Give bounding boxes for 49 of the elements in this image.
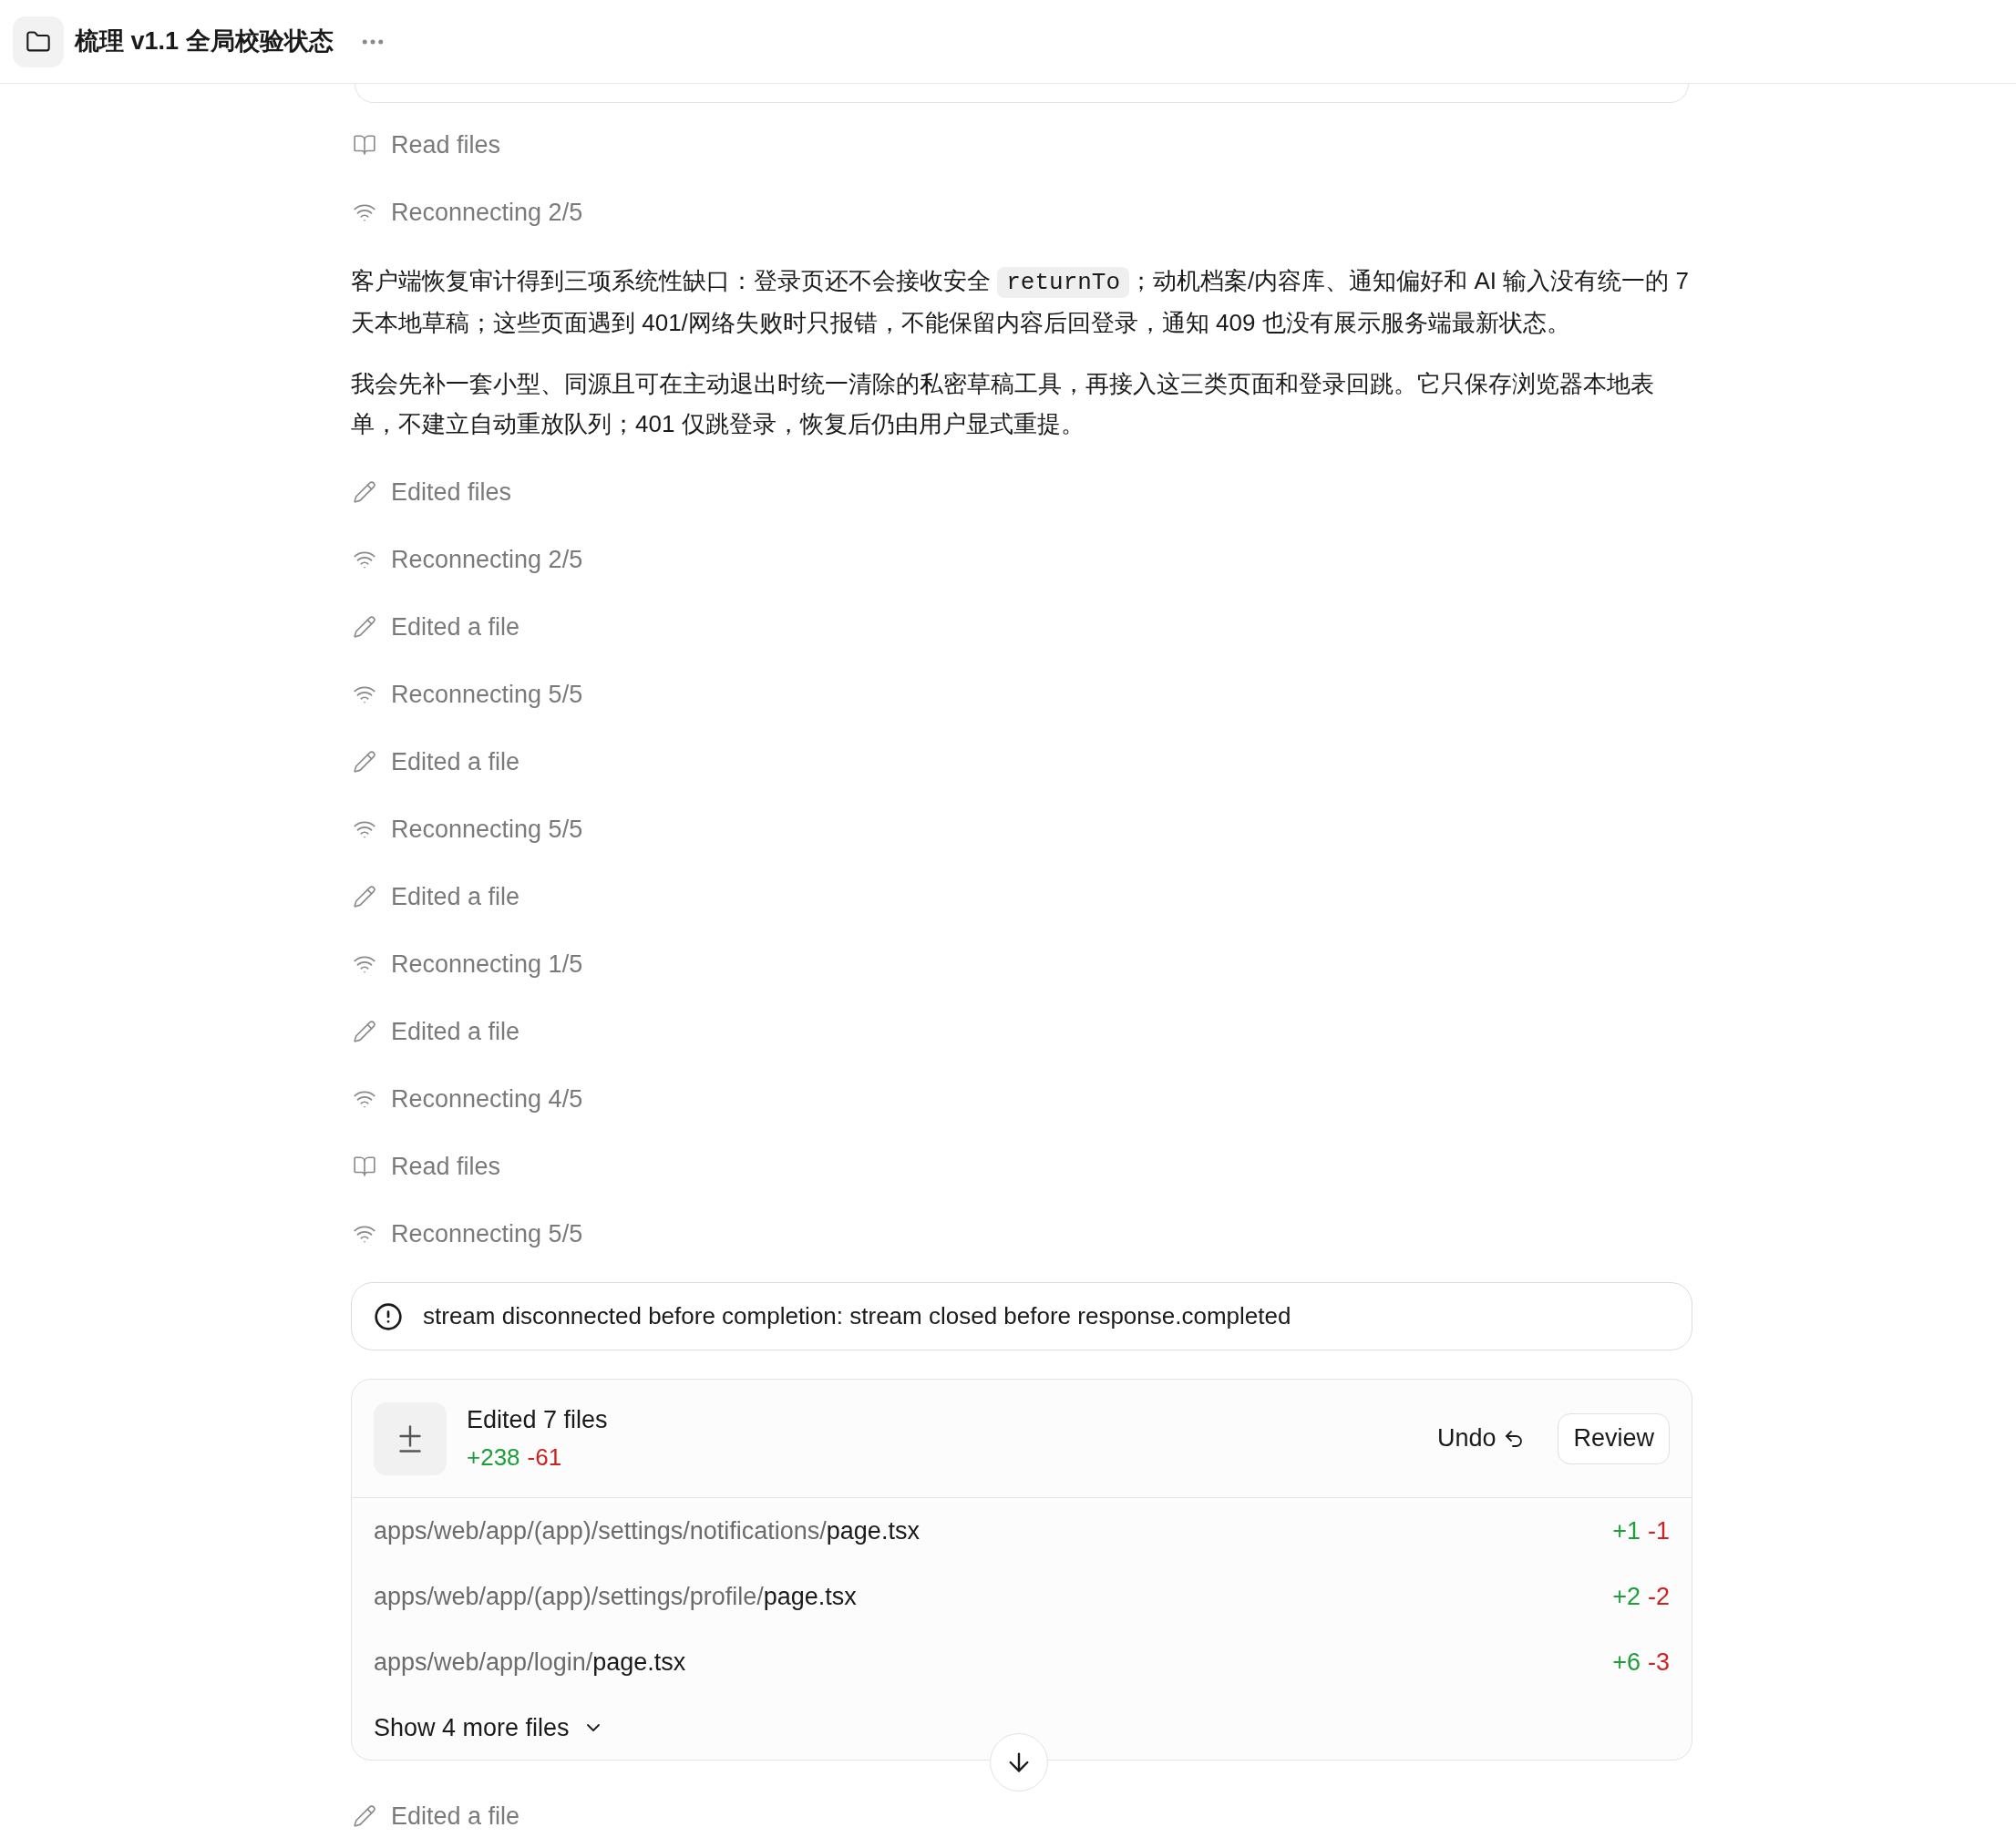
file-row[interactable]: apps/web/app/(app)/settings/profile/page.tsx +2 -2 (352, 1564, 1692, 1629)
book-icon (353, 1155, 376, 1178)
lines-added: +2 (1612, 1581, 1641, 1612)
file-row[interactable]: apps/web/app/login/page.tsx +6 -3 (352, 1629, 1692, 1695)
file-row[interactable]: apps/web/app/(app)/settings/notifications/page.tsx +1 -1 (352, 1498, 1692, 1564)
message-paragraph: 我会先补一套小型、同源且可在主动退出时统一清除的私密草稿工具，再接入这三类页面和登录回跳。它只保存浏览器本地表单，不建立自动重放队列；401 仅跳登录，恢复后仍由用户显式重提。 (351, 369, 1655, 439)
activity-label[interactable]: Read files (391, 126, 501, 164)
alert-icon (374, 1301, 403, 1331)
conversation-title: 梳理 v1.1 全局校验状态 (75, 26, 334, 57)
activity-label[interactable]: Edited files (391, 473, 512, 511)
folder-icon[interactable] (13, 15, 64, 67)
activity-label[interactable]: Read files (391, 1147, 501, 1186)
lines-added: +1 (1612, 1515, 1641, 1546)
pencil-icon (353, 750, 376, 774)
pencil-icon (353, 615, 376, 639)
lines-removed: -2 (1648, 1581, 1670, 1612)
pencil-icon (353, 885, 376, 909)
activity-label[interactable]: Edited a file (391, 743, 520, 781)
inline-code: returnTo (997, 267, 1130, 298)
activity-label[interactable]: Edited a file (391, 608, 520, 646)
pencil-icon (353, 480, 376, 504)
lines-added: +238 (467, 1442, 520, 1473)
pencil-icon (353, 1020, 376, 1043)
activity-label[interactable]: Reconnecting 2/5 (391, 540, 583, 579)
show-more-button[interactable]: Show 4 more files (352, 1695, 626, 1761)
activity-label[interactable]: Reconnecting 2/5 (391, 193, 583, 231)
message-paragraph: 客户端恢复审计得到三项系统性缺口：登录页还不会接收安全 returnTo ；动机档案/内容库、通知偏好和 AI 输入没有统一的 7 天本地草稿；这些页面遇到 401/网络失败时只报错，不能保留内容后回登录，通知 409 也没有展示服务端最新状态。 (351, 266, 1690, 338)
review-button[interactable]: Review (1558, 1412, 1670, 1464)
activity-label[interactable]: Reconnecting 5/5 (391, 675, 583, 714)
lines-removed: -1 (1648, 1515, 1670, 1546)
file-path: apps/web/app/(app)/settings/notifications/page.tsx (374, 1515, 920, 1546)
pencil-icon (353, 1804, 376, 1828)
file-path: apps/web/app/login/page.tsx (374, 1647, 686, 1678)
activity-label[interactable]: Reconnecting 1/5 (391, 945, 583, 983)
lines-removed: -3 (1648, 1647, 1670, 1678)
lines-removed: -61 (527, 1442, 562, 1473)
lines-added: +6 (1612, 1647, 1641, 1678)
activity-label[interactable]: Reconnecting 5/5 (391, 810, 583, 848)
diff-icon (374, 1401, 447, 1475)
activity-label[interactable]: Reconnecting 4/5 (391, 1080, 583, 1118)
activity-label[interactable]: Edited a file (391, 878, 520, 916)
undo-button[interactable]: Undo (1427, 1412, 1535, 1464)
changes-title: Edited 7 files (467, 1404, 608, 1435)
book-icon (353, 133, 376, 157)
error-message: stream disconnected before completion: stream closed before response.completed (423, 1301, 1291, 1331)
file-path: apps/web/app/(app)/settings/profile/page.tsx (374, 1581, 857, 1612)
activity-label[interactable]: Reconnecting 5/5 (391, 1215, 583, 1253)
activity-label[interactable]: Edited a file (391, 1012, 520, 1051)
activity-label[interactable]: Edited a file (391, 1797, 520, 1835)
